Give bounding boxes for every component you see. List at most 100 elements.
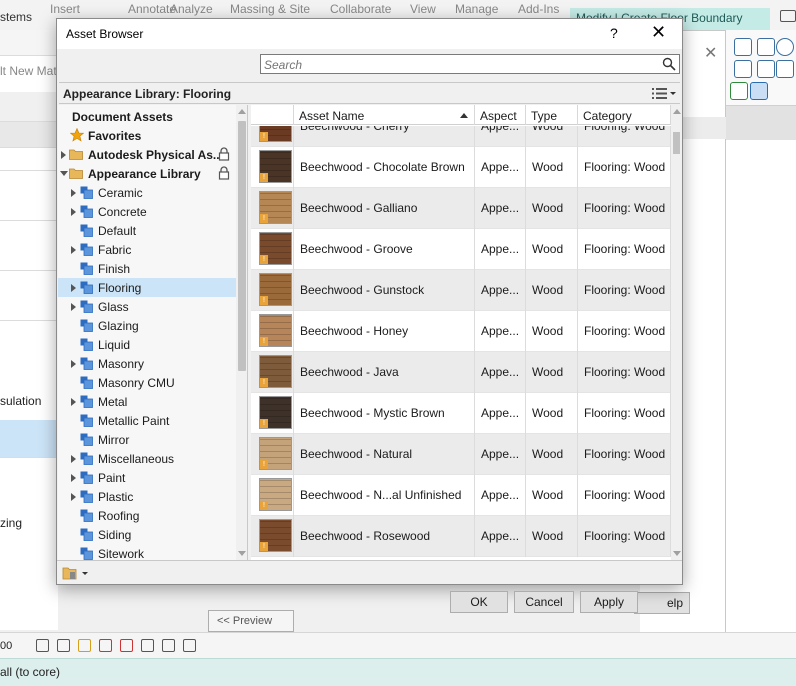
tree-item-favorites[interactable]: Favorites	[58, 126, 236, 145]
collapse-arrow-icon[interactable]	[60, 171, 68, 176]
scrollbar-thumb[interactable]	[238, 121, 246, 371]
asset-row[interactable]: ! Beechwood - Java Appe... Wood Flooring: Wo…	[251, 352, 671, 393]
tree-item-sitework[interactable]: Sitework	[58, 544, 236, 560]
tree-item-concrete[interactable]: Concrete	[58, 202, 236, 221]
asset-row[interactable]: ! Beechwood - N...al Unfinished Appe... Woo…	[251, 475, 671, 516]
ribbon-tab-massing[interactable]: Massing & Site	[230, 2, 310, 16]
asset-row[interactable]: ! Beechwood - Cherry Appe... Wood Flooring: …	[251, 126, 671, 147]
arc-icon[interactable]	[734, 60, 752, 78]
ribbon-tab-view[interactable]: View	[410, 2, 436, 16]
panel-tab[interactable]	[0, 122, 58, 148]
ok-button[interactable]: OK	[450, 591, 508, 613]
asset-row[interactable]: ! Beechwood - Mystic Brown Appe... Wood Floo…	[251, 393, 671, 434]
pentagon-icon[interactable]	[757, 38, 775, 56]
expand-arrow-icon[interactable]	[71, 284, 76, 292]
preview-button[interactable]: << Preview	[208, 610, 294, 632]
fillet-arc-icon[interactable]	[757, 60, 775, 78]
tree-item-ceramic[interactable]: Ceramic	[58, 183, 236, 202]
column-header-type[interactable]: Type	[526, 105, 578, 125]
circle-icon[interactable]	[776, 38, 794, 56]
column-header-asset-name[interactable]: Asset Name	[294, 105, 475, 125]
expand-arrow-icon[interactable]	[71, 493, 76, 501]
tree-item-metallic-paint[interactable]: Metallic Paint	[58, 411, 236, 430]
shadows-icon[interactable]	[99, 639, 112, 652]
tree-item-glass[interactable]: Glass	[58, 297, 236, 316]
pick-walls-icon[interactable]	[750, 82, 768, 100]
tree-item-masonry[interactable]: Masonry	[58, 354, 236, 373]
asset-row[interactable]: ! Beechwood - Chocolate Brown Appe... Wood F…	[251, 147, 671, 188]
selected-layer-row[interactable]	[0, 420, 58, 458]
ribbon-tab-systems[interactable]: stems	[0, 10, 32, 24]
manage-library-icon[interactable]	[62, 565, 90, 581]
ribbon-tab-analyze[interactable]: Analyze	[170, 2, 213, 16]
tree-item-plastic[interactable]: Plastic	[58, 487, 236, 506]
show-crop-icon[interactable]	[141, 639, 154, 652]
expand-arrow-icon[interactable]	[61, 151, 66, 159]
expand-arrow-icon[interactable]	[71, 360, 76, 368]
tree-item-liquid[interactable]: Liquid	[58, 335, 236, 354]
tree-scrollbar[interactable]	[236, 105, 247, 560]
asset-row[interactable]: ! Beechwood - Galliano Appe... Wood Flooring…	[251, 188, 671, 229]
ribbon-tab-manage[interactable]: Manage	[455, 2, 498, 16]
search-input[interactable]	[264, 57, 649, 72]
asset-row[interactable]: ! Beechwood - Honey Appe... Wood Flooring: W…	[251, 311, 671, 352]
scroll-up-icon[interactable]	[238, 109, 246, 114]
asset-row[interactable]: ! Beechwood - Rosewood Appe... Wood Flooring…	[251, 516, 671, 557]
ribbon-minimize-icon[interactable]	[780, 10, 796, 22]
asset-row[interactable]: ! Beechwood - Groove Appe... Wood Flooring: …	[251, 229, 671, 270]
tree-item-fabric[interactable]: Fabric	[58, 240, 236, 259]
expand-arrow-icon[interactable]	[71, 455, 76, 463]
close-icon[interactable]: ✕	[704, 43, 717, 63]
expand-arrow-icon[interactable]	[71, 398, 76, 406]
visual-style-icon[interactable]	[57, 639, 70, 652]
tree-item-miscellaneous[interactable]: Miscellaneous	[58, 449, 236, 468]
tree-item-masonry-cmu[interactable]: Masonry CMU	[58, 373, 236, 392]
asset-list-scrollbar[interactable]	[671, 105, 682, 560]
reveal-hidden-icon[interactable]	[183, 639, 196, 652]
close-icon[interactable]: ✕	[651, 22, 666, 43]
drawing-area[interactable]	[726, 106, 796, 646]
asset-row[interactable]: ! Beechwood - Natural Appe... Wood Flooring:…	[251, 434, 671, 475]
tree-item-metal[interactable]: Metal	[58, 392, 236, 411]
detail-level-icon[interactable]	[36, 639, 49, 652]
column-header-aspect[interactable]: Aspect	[475, 105, 526, 125]
expand-arrow-icon[interactable]	[71, 246, 76, 254]
spline-icon[interactable]	[776, 60, 794, 78]
tree-item-default[interactable]: Default	[58, 221, 236, 240]
tree-item-roofing[interactable]: Roofing	[58, 506, 236, 525]
temp-hide-icon[interactable]	[162, 639, 175, 652]
tree-item-autodesk-physical-assets[interactable]: Autodesk Physical As...	[58, 145, 236, 164]
scrollbar-thumb[interactable]	[673, 132, 680, 154]
ribbon-tab-add-ins[interactable]: Add-Ins	[518, 2, 559, 16]
ribbon-tab-insert[interactable]: Insert	[50, 2, 80, 16]
tree-item-mirror[interactable]: Mirror	[58, 430, 236, 449]
title-bar[interactable]: Asset Browser ? ✕	[57, 19, 682, 49]
boundary-line-icon[interactable]	[734, 38, 752, 56]
expand-arrow-icon[interactable]	[71, 189, 76, 197]
column-header-thumbnail[interactable]	[251, 105, 294, 125]
tree-item-glazing[interactable]: Glazing	[58, 316, 236, 335]
scroll-up-icon[interactable]	[673, 109, 681, 114]
expand-arrow-icon[interactable]	[71, 303, 76, 311]
expand-arrow-icon[interactable]	[71, 474, 76, 482]
crop-view-icon[interactable]	[120, 639, 133, 652]
pick-lines-icon[interactable]	[730, 82, 748, 100]
tree-item-siding[interactable]: Siding	[58, 525, 236, 544]
view-options-icon[interactable]	[651, 86, 677, 101]
apply-button[interactable]: Apply	[580, 591, 638, 613]
tree-item-appearance-library[interactable]: Appearance Library	[58, 164, 236, 183]
help-icon[interactable]: ?	[610, 25, 618, 41]
expand-arrow-icon[interactable]	[71, 208, 76, 216]
ribbon-tab-annotate[interactable]: Annotate	[128, 2, 176, 16]
tree-item-finish[interactable]: Finish	[58, 259, 236, 278]
asset-row[interactable]: ! Beechwood - Gunstock Appe... Wood Flooring…	[251, 270, 671, 311]
cancel-button[interactable]: Cancel	[514, 591, 574, 613]
ribbon-tab-collaborate[interactable]: Collaborate	[330, 2, 391, 16]
sun-path-icon[interactable]	[78, 639, 91, 652]
help-button[interactable]: elp	[634, 592, 690, 614]
search-icon[interactable]	[662, 57, 676, 71]
tree-item-document-assets[interactable]: Document Assets	[58, 107, 236, 126]
tree-item-flooring[interactable]: Flooring	[58, 278, 236, 297]
scroll-down-icon[interactable]	[673, 551, 681, 556]
tree-item-paint[interactable]: Paint	[58, 468, 236, 487]
